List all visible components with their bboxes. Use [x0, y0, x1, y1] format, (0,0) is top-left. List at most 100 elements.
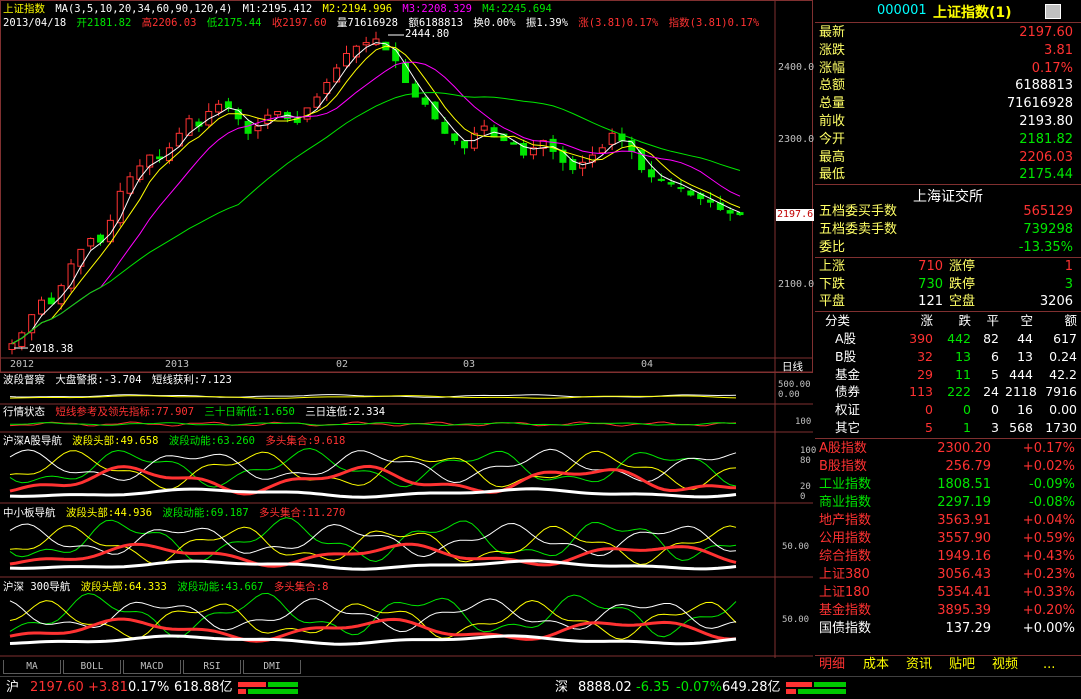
low-mark: 2018.38: [29, 343, 74, 355]
category-cell: 617: [1053, 331, 1077, 346]
order-book-label: 五档委买手数: [819, 204, 898, 219]
panel-2-header: 行情状态 短线参考及领先指标:77.907 三十日新低:1.650 三日连低:2…: [3, 406, 389, 419]
limit-up-label: 涨停: [949, 259, 976, 274]
quote-title-bar: 000001 上证指数(1): [815, 0, 1081, 23]
tab-more[interactable]: ...: [1043, 655, 1055, 675]
index-list-item[interactable]: 地产指数 3563.91 +0.04%: [819, 512, 1077, 530]
index-list-name: 基金指数: [819, 603, 872, 618]
index-list-name: 上证380: [819, 567, 870, 582]
tab-boll[interactable]: BOLL: [63, 660, 121, 674]
bar-low: 低2175.44: [206, 17, 262, 29]
index-name: 上证指数: [3, 3, 45, 15]
index-list-change: +0.59%: [1022, 531, 1075, 546]
tab-cost[interactable]: 成本: [863, 655, 889, 675]
sh-amount: 618.88亿: [174, 680, 233, 695]
down-label: 下跌: [819, 277, 846, 292]
tab-macd[interactable]: MACD: [123, 660, 181, 674]
up-label: 上涨: [819, 259, 846, 274]
category-cell: 3: [991, 420, 999, 435]
indicator-line: [9, 559, 737, 571]
category-cell: 16: [1017, 402, 1033, 418]
category-header: 分类 涨 跌平 空 额: [815, 312, 1081, 329]
sh-label: 沪: [6, 680, 20, 695]
quote-row-label: 总量: [819, 96, 846, 112]
stock-code: 000001: [877, 3, 927, 18]
quote-row-label: 最低: [819, 167, 846, 183]
category-cell: 0: [925, 402, 933, 418]
index-list-item[interactable]: B股指数 256.79 +0.02%: [819, 458, 1077, 476]
quote-panel: 000001 上证指数(1) 最新 2197.60 涨跌 3.81 涨幅 0.17% 总额 6…: [815, 0, 1081, 676]
category-row: 债券 113 222 24 2118 7916: [815, 383, 1081, 400]
panel-2-c: 三日连低:2.334: [305, 406, 386, 418]
suspended-count: 3206: [1039, 294, 1073, 309]
category-cell: 444: [1009, 366, 1033, 382]
index-list-change: +0.02%: [1022, 459, 1075, 474]
ohlc-header: 2013/04/18 开2181.82 高2206.03 低2175.44 收2…: [3, 17, 763, 30]
tab-news[interactable]: 资讯: [906, 655, 932, 675]
index-list-item[interactable]: 上证180 5354.41 +0.33%: [819, 584, 1077, 602]
candle: [47, 292, 55, 305]
time-tick-03: 03: [463, 359, 476, 370]
indicator-line: [9, 487, 737, 499]
category-row: A股 390 442 82 44 617: [815, 330, 1081, 347]
quote-row: 最高 2206.03: [819, 149, 1077, 167]
index-list-change: -0.08%: [1029, 495, 1075, 510]
index-list-change: +0.43%: [1022, 549, 1075, 564]
index-list-item[interactable]: 商业指数 2297.19 -0.08%: [819, 494, 1077, 512]
candle: [18, 330, 26, 351]
category-cell: 权证: [835, 402, 861, 418]
chart-area[interactable]: 上证指数 MA(3,5,10,20,34,60,90,120,4) M1:219…: [0, 0, 816, 660]
category-cell: 5: [991, 366, 999, 382]
category-cell: 5: [925, 420, 933, 435]
category-cell: 额: [1064, 313, 1077, 328]
sz-percent: -0.07%: [676, 680, 722, 695]
category-cell: 24: [983, 384, 999, 400]
category-cell: 113: [909, 384, 933, 400]
index-list-name: 国债指数: [819, 621, 872, 636]
category-cell: 涨: [920, 313, 933, 328]
index-list-item[interactable]: 综合指数 1949.16 +0.43%: [819, 548, 1077, 566]
index-list-value: 1808.51: [937, 477, 991, 492]
quote-tabs: 明细 成本 资讯 贴吧 视频 ...: [815, 655, 1081, 675]
tab-video[interactable]: 视频: [992, 655, 1018, 675]
panel-5-c: 多头集合:8: [273, 581, 329, 593]
candle: [97, 233, 105, 246]
panel-3-c: 多头集合:9.618: [265, 435, 346, 447]
category-cell: 44: [1017, 331, 1033, 346]
index-list-item[interactable]: 国债指数 137.29 +0.00%: [819, 620, 1077, 638]
indicator-line: [9, 450, 737, 490]
index-list-item[interactable]: 上证380 3056.43 +0.23%: [819, 566, 1077, 584]
period-label[interactable]: 日线: [782, 359, 803, 374]
candle: [362, 36, 370, 53]
window-icon[interactable]: [1045, 4, 1061, 19]
current-price-tag: 2197.6: [776, 209, 815, 221]
index-list-item[interactable]: 公用指数 3557.90 +0.59%: [819, 530, 1077, 548]
tab-ma[interactable]: MA: [3, 660, 61, 674]
index-list-item[interactable]: 基金指数 3895.39 +0.20%: [819, 602, 1077, 620]
category-cell: 基金: [835, 366, 861, 382]
category-cell: 222: [947, 384, 971, 400]
indicator-line: [9, 517, 737, 563]
tab-dmi[interactable]: DMI: [243, 660, 301, 674]
quote-row: 前收 2193.80: [819, 113, 1077, 131]
index-list-value: 5354.41: [937, 585, 991, 600]
candle: [520, 139, 528, 159]
category-cell: 6: [991, 348, 999, 364]
index-list-item[interactable]: 工业指数 1808.51 -0.09%: [819, 476, 1077, 494]
candle: [529, 139, 537, 160]
tab-forum[interactable]: 贴吧: [949, 655, 975, 675]
index-list-name: 工业指数: [819, 477, 872, 492]
kline-chart[interactable]: [0, 0, 813, 660]
panel-1-header: 波段督察 大盘警报:-3.704 短线获利:7.123: [3, 374, 236, 387]
index-list-name: 公用指数: [819, 531, 872, 546]
tab-detail[interactable]: 明细: [819, 655, 845, 675]
index-list-item[interactable]: A股指数 2300.20 +0.17%: [819, 440, 1077, 458]
panel-2-title: 行情状态: [3, 406, 45, 418]
quote-row: 最低 2175.44: [819, 166, 1077, 184]
tab-rsi[interactable]: RSI: [183, 660, 241, 674]
quote-row-value: 2197.60: [1019, 25, 1073, 40]
quote-row: 最新 2197.60: [819, 24, 1077, 42]
price-tick-2400: 2400.0: [778, 62, 815, 73]
index-list-value: 3557.90: [937, 531, 991, 546]
category-cell: 42.2: [1049, 366, 1077, 382]
